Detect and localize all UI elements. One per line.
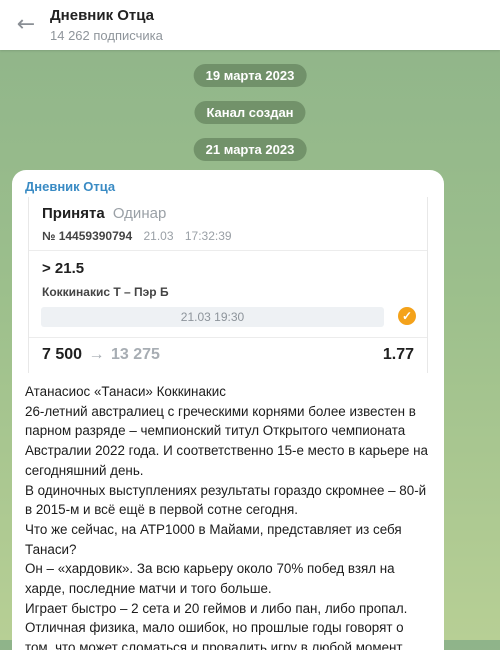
divider — [29, 250, 427, 251]
bet-number: № 14459390794 — [42, 229, 133, 243]
bet-date: 21.03 — [143, 229, 174, 243]
channel-title[interactable]: Дневник Отца — [50, 7, 154, 24]
bookmaker-coin-icon: ✓ — [398, 307, 416, 325]
bet-time: 17:32:39 — [184, 229, 232, 243]
text-paragraph: Что же сейчас, на ATP1000 в Майами, пред… — [25, 521, 402, 557]
arrow-right-icon: → — [88, 346, 105, 363]
text-paragraph: Играет быстро – 2 сета и 20 геймов и либ… — [25, 600, 408, 616]
date-divider: 21 марта 2023 — [193, 138, 307, 161]
date-divider: 19 марта 2023 — [193, 64, 307, 87]
bet-odds: 1.77 — [382, 346, 414, 363]
bet-stake: 7 500 — [42, 346, 83, 363]
subscriber-count: 14 262 подписчика — [50, 28, 163, 43]
match-datetime: 21.03 19:30 — [41, 307, 384, 327]
text-paragraph: В одиночных выступлениях результаты гора… — [25, 482, 427, 518]
bet-slip-image[interactable]: Принята Одинар № 14459390794 21.03 17:32… — [28, 197, 428, 373]
bet-id-line: № 14459390794 21.03 17:32:39 — [42, 229, 232, 243]
bet-status-line: Принята Одинар — [42, 205, 166, 222]
text-paragraph: Атанасиос «Танаси» Коккинакис — [25, 384, 226, 399]
bet-amounts: 7 500 → 13 275 — [42, 346, 160, 364]
text-paragraph: 26-летний австралиец с греческими корням… — [25, 403, 428, 478]
message-author[interactable]: Дневник Отца — [25, 179, 115, 194]
bet-selection: > 21.5 — [42, 260, 85, 277]
text-paragraph: Он – «хардовик». За всю карьеру около 70… — [25, 561, 395, 597]
divider — [29, 337, 427, 338]
chat-header: ← Дневник Отца 14 262 подписчика — [0, 0, 500, 50]
message-text: Атанасиос «Танаси» Коккинакис 26-летний … — [25, 382, 433, 650]
bet-type: Одинар — [112, 205, 167, 222]
text-paragraph: Отличная физика, мало ошибок, но прошлые… — [25, 620, 405, 650]
channel-created-notice: Канал создан — [194, 101, 306, 124]
bet-win: 13 275 — [110, 346, 160, 363]
bet-status: Принята — [42, 205, 105, 222]
bet-match: Коккинакис Т – Пэр Б — [42, 285, 169, 299]
message-bubble: Дневник Отца Принята Одинар № 1445939079… — [12, 170, 444, 650]
arrow-left-icon[interactable]: ← — [14, 13, 38, 37]
